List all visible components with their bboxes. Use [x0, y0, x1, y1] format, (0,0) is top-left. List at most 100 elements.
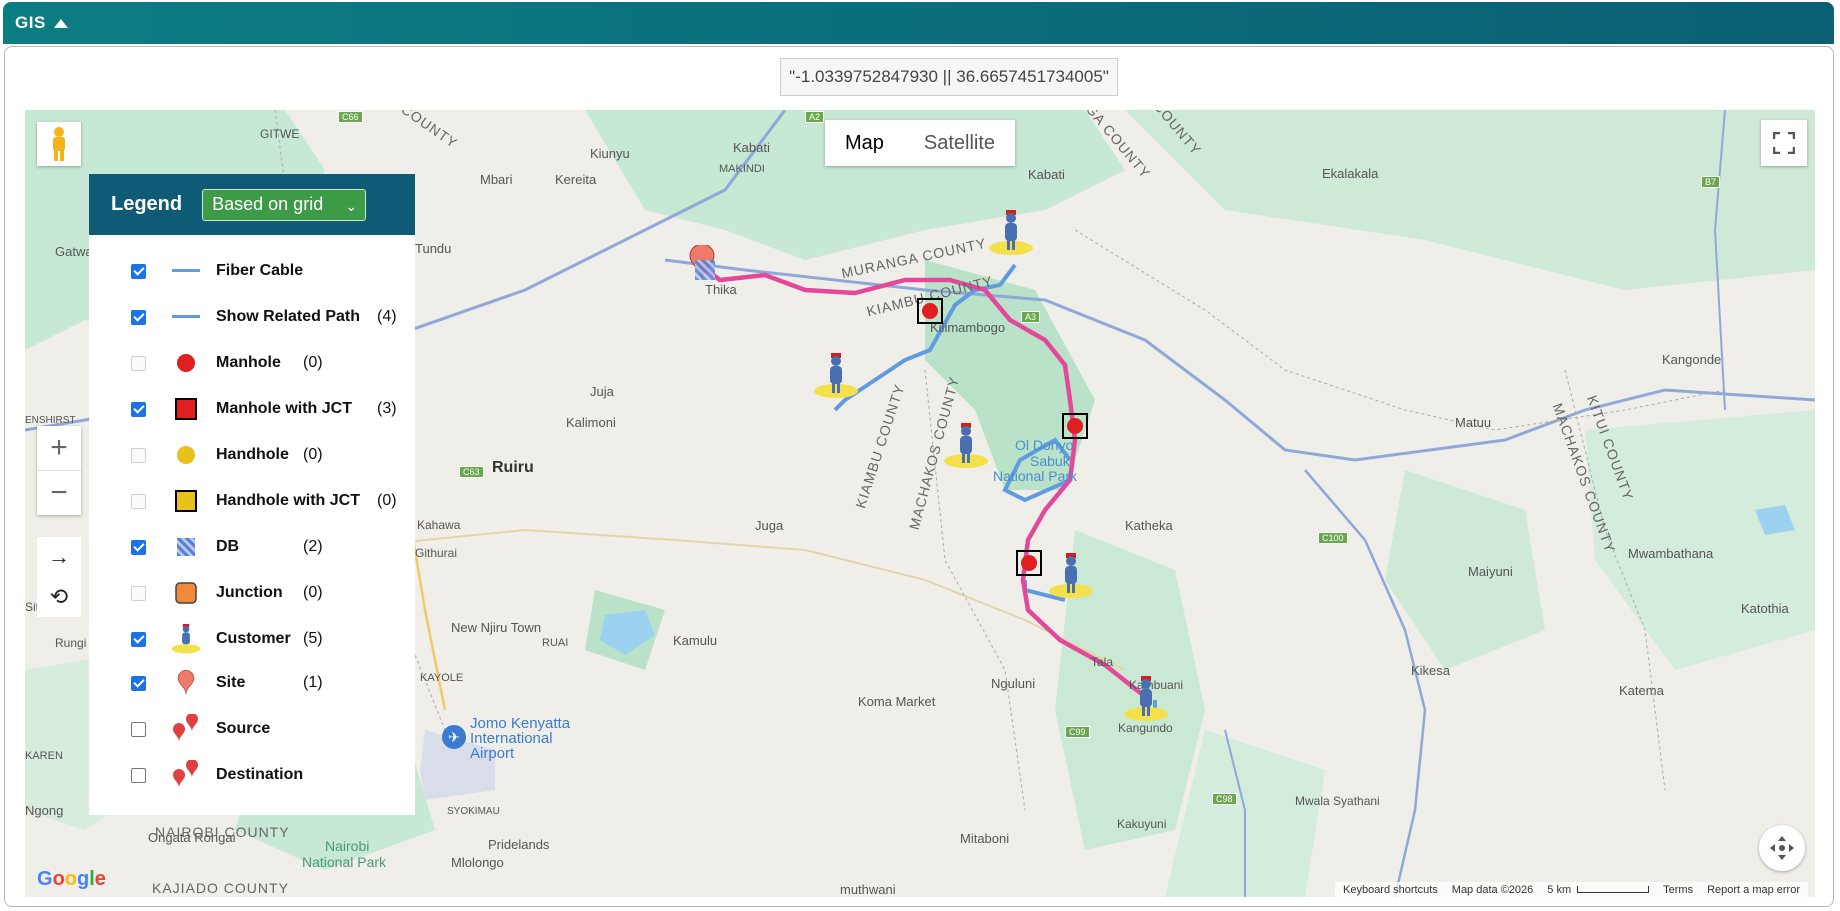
map-type-satellite-button[interactable]: Satellite: [904, 120, 1015, 166]
legend-title: Legend: [111, 193, 183, 215]
legend-item-destination[interactable]: Destination: [89, 760, 415, 790]
legend-item-site[interactable]: Site (1): [89, 668, 415, 698]
db-marker-icon[interactable]: [695, 260, 715, 280]
map-type-map-button[interactable]: Map: [825, 120, 904, 166]
fullscreen-icon[interactable]: [1761, 120, 1807, 166]
zoom-in-icon[interactable]: +: [37, 426, 81, 470]
legend-item-handhole[interactable]: Handhole (0): [89, 440, 415, 470]
manhole-icon: [171, 348, 201, 378]
checkbox[interactable]: [131, 401, 146, 417]
legend-item-manhole[interactable]: Manhole (0): [89, 348, 415, 378]
collapse-caret-icon[interactable]: [53, 18, 68, 28]
map-label: Thika: [705, 282, 737, 297]
map-label: Maiyuni: [1468, 564, 1513, 579]
customer-icon: [171, 624, 201, 654]
checkbox[interactable]: [131, 631, 146, 647]
legend-item-handhole-jct[interactable]: Handhole with JCT (0): [89, 486, 415, 516]
camera-control-icon[interactable]: [1759, 825, 1805, 871]
legend-item-customer[interactable]: Customer (5): [89, 624, 415, 654]
customer-marker-icon[interactable]: [988, 210, 1034, 256]
legend-item-source[interactable]: Source: [89, 714, 415, 744]
map-label: Tala: [1091, 655, 1114, 669]
manhole-jct-marker-icon[interactable]: [1016, 550, 1042, 576]
fiber-line-icon: [171, 256, 201, 286]
map-label: Ngong: [25, 803, 64, 818]
zoom-control: + −: [37, 426, 81, 515]
legend-label: Fiber Cable: [216, 262, 304, 279]
map-label: ENSHIRST: [25, 415, 76, 426]
reset-rotate-icon[interactable]: ⟲: [37, 577, 81, 617]
manhole-jct-marker-icon[interactable]: [917, 298, 943, 324]
map-label: Kangonde: [1662, 352, 1722, 367]
checkbox[interactable]: [131, 585, 146, 601]
legend-item-db[interactable]: DB (2): [89, 532, 415, 562]
map-label: GITWE: [260, 127, 300, 141]
street-view-pegman-icon[interactable]: [37, 122, 81, 166]
map-label: KAREN: [25, 750, 63, 762]
map-label: SYOKIMAU: [447, 806, 500, 817]
zoom-out-icon[interactable]: −: [37, 471, 81, 515]
legend-label: Manhole: [216, 354, 281, 371]
customer-marker-icon[interactable]: [813, 353, 859, 399]
chevron-down-icon: ⌄: [345, 197, 358, 214]
map-label: Juga: [755, 518, 784, 533]
terms-link[interactable]: Terms: [1663, 884, 1693, 896]
map-label: Kereita: [555, 172, 597, 187]
legend-item-manhole-jct[interactable]: Manhole with JCT (3): [89, 394, 415, 424]
map-label: New Njiru Town: [451, 620, 542, 635]
map-label: Pridelands: [488, 837, 550, 852]
destination-pins-icon: [171, 760, 201, 790]
map-label: Koma Market: [858, 694, 936, 709]
legend-item-junction[interactable]: Junction (0): [89, 578, 415, 608]
legend-item-related-path[interactable]: Show Related Path (4): [89, 302, 415, 332]
gis-header[interactable]: GIS: [3, 2, 1834, 44]
map-type-control: Map Satellite: [825, 120, 1016, 166]
checkbox[interactable]: [131, 355, 146, 371]
map-label: Ruiru: [492, 459, 534, 476]
path-line-icon: [171, 302, 201, 332]
checkbox[interactable]: [131, 309, 146, 325]
map-label: Mlolongo: [451, 855, 504, 870]
map-label: Matuu: [1455, 415, 1492, 430]
manhole-jct-marker-icon[interactable]: [1062, 413, 1088, 439]
map-label: KAYOLE: [420, 672, 464, 684]
legend-item-fiber-cable[interactable]: Fiber Cable: [89, 256, 415, 286]
map-label: Ekalakala: [1322, 166, 1379, 181]
customer-marker-icon[interactable]: [1123, 676, 1169, 722]
road-shield: C98: [1212, 793, 1237, 805]
map-label: Kabati: [733, 140, 770, 155]
checkbox[interactable]: [131, 539, 146, 555]
scale-bar[interactable]: 5 km: [1547, 884, 1650, 896]
map-footer: Keyboard shortcuts Map data ©2026 5 km T…: [1335, 882, 1809, 897]
county-label: NAIROBI COUNTY: [155, 824, 290, 840]
checkbox[interactable]: [131, 675, 146, 691]
map-label: Kabati: [1028, 167, 1065, 182]
legend-count: (0): [377, 492, 397, 509]
airport-icon: ✈: [442, 725, 466, 749]
legend-label: Show Related Path: [216, 308, 361, 325]
road-shield: B7: [1701, 176, 1721, 188]
map-label: Rungi: [55, 636, 87, 650]
checkbox[interactable]: [131, 447, 146, 463]
manhole-jct-icon: [171, 394, 201, 424]
legend-mode-select[interactable]: Based on grid ⌄: [202, 188, 367, 221]
keyboard-shortcuts-link[interactable]: Keyboard shortcuts: [1343, 884, 1438, 896]
junction-icon: [171, 578, 201, 608]
report-error-link[interactable]: Report a map error: [1707, 884, 1800, 896]
checkbox[interactable]: [131, 767, 146, 783]
db-icon: [171, 532, 201, 562]
customer-marker-icon[interactable]: [1048, 553, 1094, 599]
map-label: Gatwa: [55, 244, 93, 259]
arrow-right-icon[interactable]: →: [37, 537, 81, 577]
checkbox[interactable]: [131, 721, 146, 737]
checkbox[interactable]: [131, 493, 146, 509]
legend-label: Handhole: [216, 446, 289, 463]
customer-marker-icon[interactable]: [943, 423, 989, 469]
checkbox[interactable]: [131, 263, 146, 279]
road-shield: C100: [1318, 532, 1348, 544]
map-label: Nguluni: [991, 676, 1036, 691]
map-label: Githurai: [415, 546, 458, 560]
google-logo: Google: [37, 868, 106, 890]
legend-count: (5): [303, 630, 323, 647]
handhole-icon: [171, 440, 201, 470]
